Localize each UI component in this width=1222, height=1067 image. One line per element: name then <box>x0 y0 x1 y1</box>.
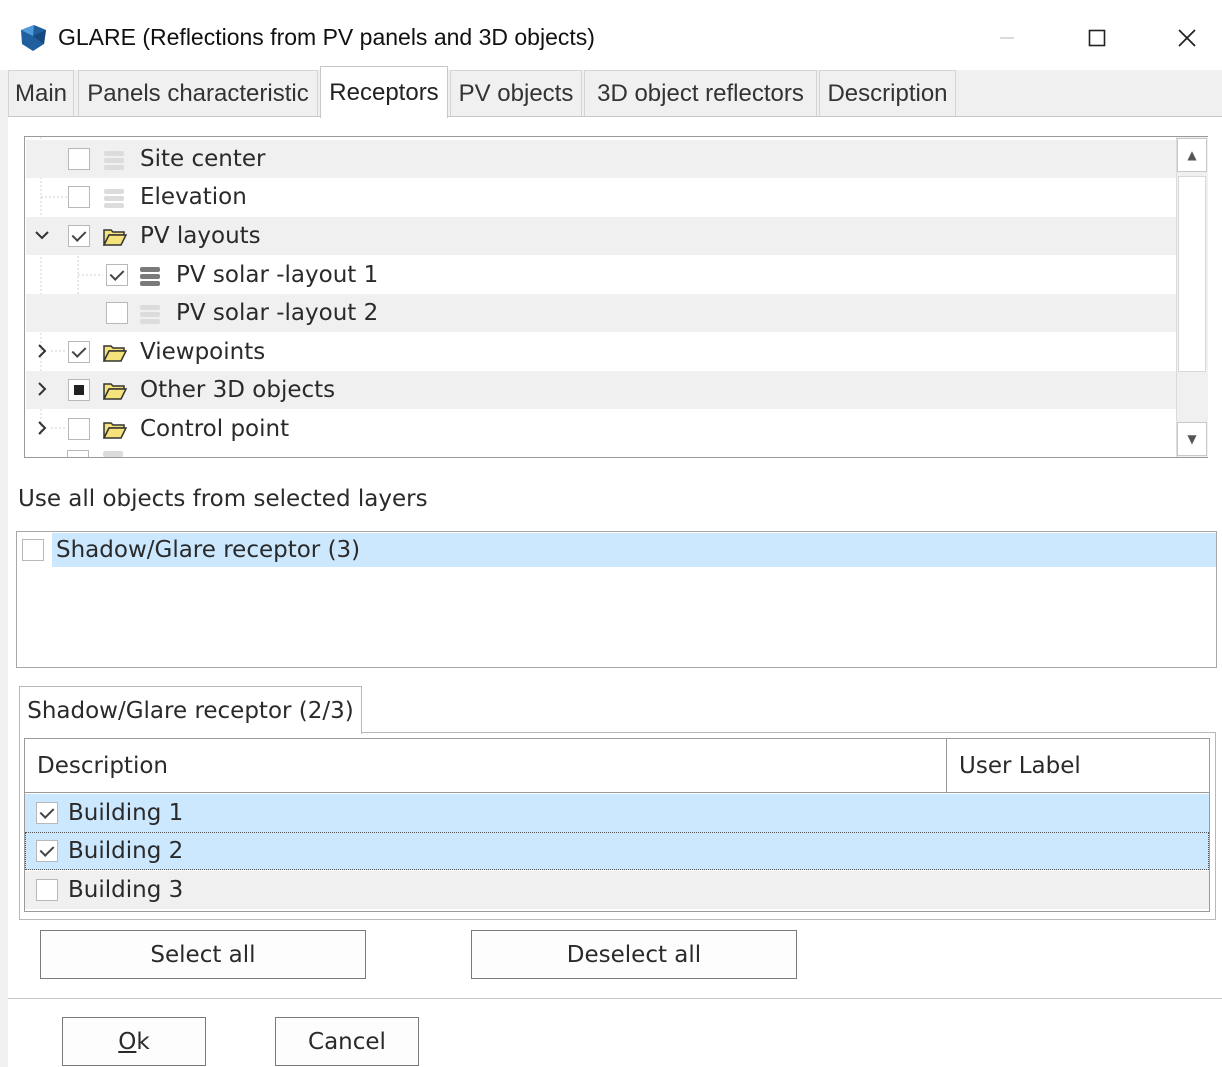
tab-main[interactable]: Main <box>8 70 74 116</box>
folder-icon <box>102 229 128 246</box>
tree-item-pv-layouts[interactable]: PV layouts <box>26 217 1176 255</box>
tree-checkbox[interactable] <box>68 225 90 247</box>
column-header-user-label[interactable]: User Label <box>947 739 1209 793</box>
table-row[interactable]: Building 2 <box>25 832 1209 870</box>
tree-checkbox[interactable] <box>68 148 90 170</box>
tree-item-label: Site center <box>140 146 266 172</box>
scroll-down-icon: ▼ <box>1187 432 1197 446</box>
row-description: Building 2 <box>68 838 184 864</box>
tree-checkbox[interactable] <box>106 302 128 324</box>
tree-item-label: PV solar -layout 2 <box>176 300 379 326</box>
deselect-all-button[interactable]: Deselect all <box>471 930 797 979</box>
tree-checkbox[interactable] <box>68 186 90 208</box>
window-title: GLARE (Reflections from PV panels and 3D… <box>58 24 595 50</box>
table-row[interactable]: Building 3 <box>25 871 1209 909</box>
tree-checkbox[interactable] <box>106 264 128 286</box>
tab-description[interactable]: Description <box>819 70 956 116</box>
tree-item-elevation[interactable]: Elevation <box>26 178 1176 216</box>
folder-icon <box>102 383 128 400</box>
layer-list-item-label: Shadow/Glare receptor (3) <box>56 537 361 563</box>
glare-app-icon <box>18 24 48 52</box>
use-all-objects-label: Use all objects from selected layers <box>18 486 428 512</box>
tree-item-control-point[interactable]: Control point <box>26 410 1176 448</box>
tree-item-label: PV layouts <box>140 223 261 249</box>
column-header-description[interactable]: Description <box>25 739 947 793</box>
tree-item-viewpoints[interactable]: Viewpoints <box>26 333 1176 371</box>
row-checkbox[interactable] <box>36 879 58 901</box>
layer-icon <box>104 151 124 170</box>
row-checkbox[interactable] <box>36 802 58 824</box>
chevron-down-icon[interactable] <box>32 223 52 247</box>
tree-item-label: Control point <box>140 416 290 442</box>
maximize-icon <box>1088 29 1106 47</box>
minimize-icon <box>1000 37 1014 39</box>
close-icon <box>1178 29 1196 47</box>
tab-panels-characteristic[interactable]: Panels characteristic <box>78 70 318 116</box>
cancel-button[interactable]: Cancel <box>275 1017 419 1066</box>
row-checkbox[interactable] <box>36 840 58 862</box>
close-button[interactable] <box>1164 20 1210 56</box>
layer-icon <box>103 451 123 457</box>
layer-list-checkbox[interactable] <box>22 539 44 561</box>
scroll-down-button[interactable]: ▼ <box>1177 422 1207 456</box>
tree-item-label: Viewpoints <box>140 339 266 365</box>
ok-label-rest: k <box>136 1028 150 1055</box>
tree-checkbox[interactable] <box>68 341 90 363</box>
tree-checkbox[interactable] <box>68 379 90 401</box>
tree-item-site-center[interactable]: Site center <box>26 140 1176 178</box>
layer-icon <box>140 305 160 324</box>
scroll-up-icon: ▲ <box>1187 148 1197 162</box>
tree-item-other-3d-objects[interactable]: Other 3D objects <box>26 371 1176 409</box>
ok-button[interactable]: Ok <box>62 1017 206 1066</box>
chevron-right-icon[interactable] <box>32 339 52 363</box>
layer-tree[interactable]: Site center Elevation PV layouts PV sola… <box>24 136 1208 458</box>
tree-item-label: PV solar -layout 1 <box>176 262 379 288</box>
chevron-right-icon[interactable] <box>32 416 52 440</box>
tab-pv-objects[interactable]: PV objects <box>450 70 582 116</box>
tab-receptors[interactable]: Receptors <box>320 66 448 118</box>
tree-item-pv-solar-layout-1[interactable]: PV solar -layout 1 <box>26 256 1176 294</box>
divider <box>8 998 1222 999</box>
maximize-button[interactable] <box>1074 20 1120 56</box>
folder-icon <box>102 422 128 439</box>
tree-checkbox[interactable] <box>68 418 90 440</box>
tab-3d-object-reflectors[interactable]: 3D object reflectors <box>584 70 817 116</box>
chevron-right-icon[interactable] <box>32 377 52 401</box>
tree-item-pv-solar-layout-2[interactable]: PV solar -layout 2 <box>26 294 1176 332</box>
ok-mnemonic: O <box>118 1028 137 1055</box>
tab-shadow-glare-receptor[interactable]: Shadow/Glare receptor (2/3) <box>19 686 362 734</box>
table-row[interactable]: Building 1 <box>25 794 1209 832</box>
row-description: Building 1 <box>68 800 184 826</box>
layer-icon <box>104 189 124 208</box>
folder-icon <box>102 345 128 362</box>
tree-item-label: Elevation <box>140 184 247 210</box>
tree-item-label: Other 3D objects <box>140 377 336 403</box>
scroll-thumb[interactable] <box>1178 176 1206 372</box>
layer-icon <box>140 267 160 286</box>
scroll-up-button[interactable]: ▲ <box>1177 138 1207 172</box>
minimize-button[interactable] <box>984 20 1030 56</box>
tree-checkbox-partial <box>67 450 89 457</box>
row-description: Building 3 <box>68 877 184 903</box>
select-all-button[interactable]: Select all <box>40 930 366 979</box>
